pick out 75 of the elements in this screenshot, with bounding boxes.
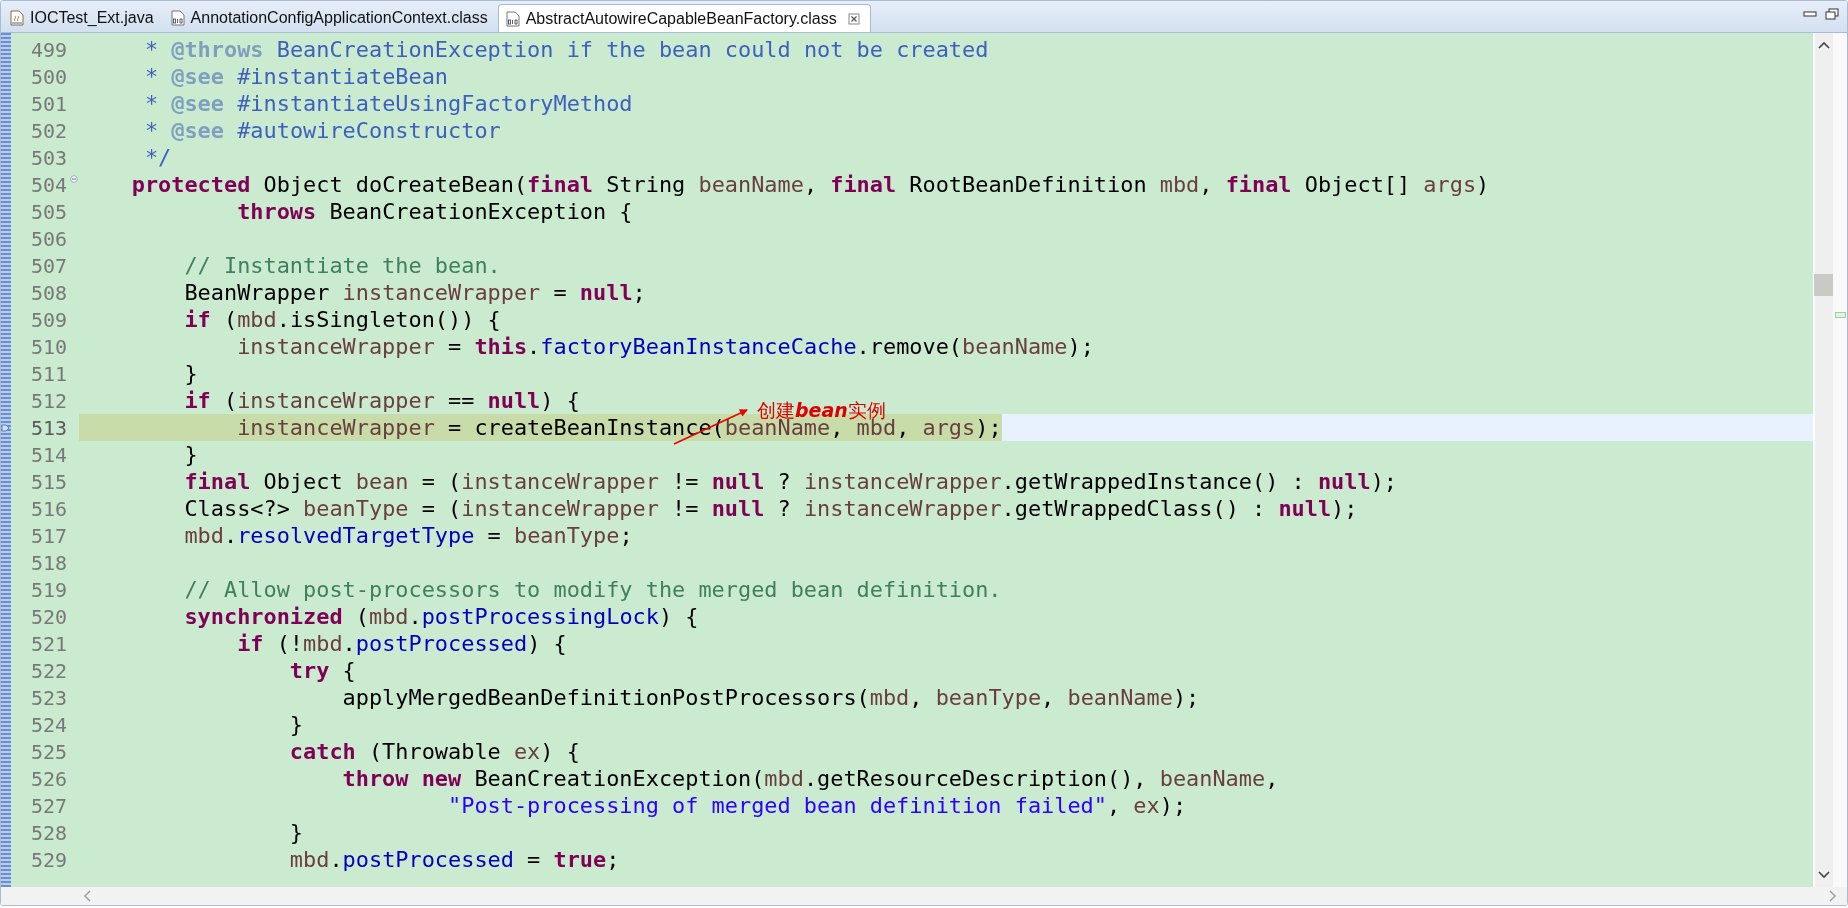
restore-icon[interactable]: [1825, 8, 1839, 20]
code-line: protected Object doCreateBean(final String beanName, final RootBeanDefinition mbd, final Object[] args): [130, 171, 1490, 198]
code-line: instanceWrapper = this.factoryBeanInstanceCache.remove(beanName);: [236, 333, 1094, 360]
code-line: BeanWrapper instanceWrapper = null;: [183, 279, 646, 306]
code-line: * @see #instantiateUsingFactoryMethod: [143, 90, 633, 117]
class-file-icon: [169, 10, 186, 26]
code-line: if (instanceWrapper == null) {: [183, 387, 580, 414]
line-number: 522: [30, 658, 68, 683]
code-line: if (mbd.isSingleton()) {: [183, 306, 501, 333]
code-line: * @see #instantiateBean: [143, 63, 449, 90]
line-number: 513: [30, 415, 68, 440]
line-number: 528: [30, 820, 68, 845]
code-line: }: [183, 360, 198, 387]
line-number: 500: [30, 64, 68, 89]
code-line: synchronized (mbd.postProcessingLock) {: [183, 603, 699, 630]
code-line: applyMergedBeanDefinitionPostProcessors(mbd, beanType, beanName);: [341, 684, 1200, 711]
overview-mark: [1835, 312, 1846, 318]
line-number: 507: [30, 253, 68, 278]
line-number: 514: [30, 442, 68, 467]
editor-tab[interactable]: AbstractAutowireCapableBeanFactory.class: [497, 4, 871, 32]
code-line: Class<?> beanType = (instanceWrapper != null ? instanceWrapper.getWrappedClass() : null);: [183, 495, 1358, 522]
line-number: 529: [30, 847, 68, 872]
line-number: 523: [30, 685, 68, 710]
scroll-up-icon[interactable]: [1818, 41, 1830, 49]
code-line: }: [183, 441, 198, 468]
code-line: if (!mbd.postProcessed) {: [236, 630, 567, 657]
code-line: "Post-processing of merged bean definition failed", ex);: [447, 792, 1187, 819]
code-line: throw new BeanCreationException(mbd.getResourceDescription(), beanName,: [341, 765, 1279, 792]
minimize-icon[interactable]: [1803, 8, 1817, 20]
code-line: throws BeanCreationException {: [236, 198, 633, 225]
code-line: }: [288, 819, 304, 846]
line-number: 512: [30, 388, 68, 413]
line-number: 515: [30, 469, 68, 494]
java-file-icon: [9, 10, 25, 26]
line-number: 527: [30, 793, 68, 818]
line-number: 524: [30, 712, 68, 737]
scrollbar-thumb[interactable]: [1814, 274, 1834, 296]
line-number: 505: [30, 199, 68, 224]
line-number: 509: [30, 307, 68, 332]
line-number: 519: [30, 577, 68, 602]
line-number: 501: [30, 91, 68, 116]
line-number: 510: [30, 334, 68, 359]
line-number: 506: [30, 226, 68, 251]
horizontal-scrollbar[interactable]: [1, 887, 1847, 905]
code-line: mbd.postProcessed = true;: [288, 846, 620, 873]
editor-tab[interactable]: IOCTest_Ext.java: [3, 4, 164, 32]
line-number: 517: [30, 523, 68, 548]
code-line: * @throws BeanCreationException if the bean could not be created: [143, 36, 989, 63]
code-line: }: [288, 711, 304, 738]
scroll-right-icon[interactable]: [1829, 890, 1837, 902]
code-line: * @see #autowireConstructor: [143, 117, 501, 144]
code-line: final Object bean = (instanceWrapper != null ? instanceWrapper.getWrappedInstance() : null);: [183, 468, 1397, 495]
code-line: // Allow post-processors to modify the merged bean definition.: [183, 576, 1002, 603]
line-number: 526: [30, 766, 68, 791]
code-line: */: [143, 144, 172, 171]
editor-tab[interactable]: AnnotationConfigApplicationContext.class: [163, 4, 498, 32]
line-number: 521: [30, 631, 68, 656]
line-number: 503: [30, 145, 68, 170]
code-line: catch (Throwable ex) {: [288, 738, 580, 765]
vertical-scrollbar[interactable]: [1813, 33, 1833, 887]
line-number: 499: [30, 37, 68, 62]
code-line: // Instantiate the bean.: [183, 252, 501, 279]
class-file-icon: [504, 10, 521, 27]
line-number: 518: [30, 550, 68, 575]
line-number: 525: [30, 739, 68, 764]
line-number: 516: [30, 496, 68, 521]
line-number: 502: [30, 118, 68, 143]
code-line: mbd.resolvedTargetType = beanType;: [183, 522, 633, 549]
scroll-down-icon[interactable]: [1818, 871, 1830, 879]
line-number: 520: [30, 604, 68, 629]
close-icon: [847, 12, 860, 25]
line-number: 511: [30, 361, 68, 386]
code-line: try {: [288, 657, 356, 684]
scroll-left-icon[interactable]: [83, 890, 91, 902]
line-number: 508: [30, 280, 68, 305]
